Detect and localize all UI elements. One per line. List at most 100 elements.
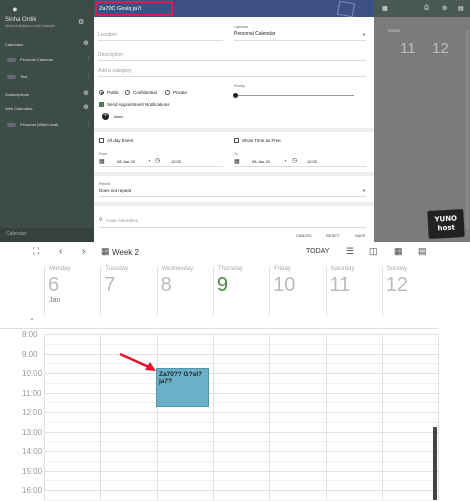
to-time[interactable]: 12:00 (307, 159, 317, 164)
event-title: Za70?? G?sl? ja7? (159, 371, 202, 385)
chevron-down-icon[interactable]: ▼ (362, 32, 366, 37)
grid-icon[interactable]: ▦ (382, 5, 388, 12)
calendar-event[interactable]: Za70?? G?sl? ja7? (156, 368, 209, 407)
invite-attendees-field[interactable]: Invite Attendees (106, 218, 138, 223)
hour-line (44, 334, 438, 335)
scrollbar[interactable] (466, 30, 469, 230)
radio-private[interactable] (165, 90, 170, 95)
fullscreen-icon[interactable]: ⛶ (33, 246, 39, 257)
print-icon[interactable]: ⎙ (424, 5, 429, 12)
day-header[interactable]: Sunday 12 (381, 266, 438, 316)
day-header[interactable]: Thursday 9 (212, 266, 269, 316)
user-icon[interactable]: ● (5, 4, 25, 14)
invite-underline (99, 227, 366, 228)
sidebar-item-test[interactable]: Test (20, 74, 27, 79)
day-column-line (44, 334, 45, 500)
to-underline (234, 166, 366, 167)
category-field[interactable]: Add a category (98, 68, 132, 74)
today-button[interactable]: TODAY (306, 248, 329, 255)
location-field[interactable]: Location (98, 32, 117, 38)
calendar-toggle[interactable] (7, 123, 16, 127)
day-header[interactable]: Friday 10 (269, 266, 325, 316)
day-name: Friday (274, 266, 291, 272)
day-name: Tuesday (105, 266, 129, 272)
title-input[interactable]: Za70C Gesiq ja7i (99, 6, 142, 12)
next-week-icon[interactable]: › (82, 246, 85, 257)
month-view-icon[interactable]: ▦ (394, 246, 403, 257)
reset-button[interactable]: RESET (326, 233, 339, 238)
priority-slider-handle[interactable] (233, 93, 238, 98)
add-calendar-icon[interactable]: ⊕ (83, 39, 89, 47)
from-date[interactable]: 08-Jan-20 (117, 159, 135, 164)
all-day-checkbox[interactable] (99, 138, 104, 143)
priority-slider[interactable] (234, 95, 354, 96)
clock-icon[interactable]: ◷ (292, 157, 297, 164)
day-column-line (212, 334, 214, 500)
from-time[interactable]: 10:00 (171, 159, 181, 164)
time-label: 11:00 (22, 388, 42, 398)
day-column-line (381, 334, 383, 500)
day-header[interactable]: Wednesday 8 (156, 266, 213, 316)
repeat-select[interactable]: Does not repeat (99, 188, 131, 193)
half-hour-line (44, 363, 438, 365)
calendar-icon[interactable]: ▦ (99, 158, 105, 165)
sidebar-item-web[interactable]: Personal (Web/Local) (20, 122, 58, 127)
to-date[interactable]: 08-Jan-20 (252, 159, 270, 164)
description-field[interactable]: Description (98, 52, 123, 58)
chevron-down-icon[interactable]: ▼ (284, 159, 287, 163)
chevron-down-icon[interactable]: ▼ (148, 159, 151, 163)
add-web-calendar-icon[interactable]: ⊕ (83, 103, 89, 111)
calendar-icon[interactable]: ▦ (101, 246, 110, 257)
hour-line (44, 353, 438, 355)
week-label: Week 2 (112, 248, 139, 257)
prev-week-icon[interactable]: ‹ (59, 246, 62, 257)
calendar-toggle[interactable] (7, 58, 16, 62)
radio-confidential-label: Confidential (133, 90, 157, 95)
time-grid[interactable] (44, 334, 440, 501)
send-notifications-checkbox[interactable] (99, 102, 104, 107)
radio-private-label: Private (173, 90, 188, 95)
calendar-icon[interactable]: ▦ (234, 158, 240, 165)
day-column-line (325, 334, 327, 500)
day-number: 7 (104, 274, 116, 296)
day-header[interactable]: Monday 6 Jan (44, 266, 100, 316)
sidebar-item-personal[interactable]: Personal Calendar (20, 57, 53, 62)
gear-icon[interactable]: ⚙ (78, 18, 84, 26)
add-subscription-icon[interactable]: ⊕ (83, 89, 89, 97)
radio-confidential[interactable] (125, 90, 130, 95)
clock-icon[interactable]: ◷ (155, 157, 160, 164)
day-name: Wednesday (161, 266, 194, 272)
save-button[interactable]: SAVE (355, 233, 365, 238)
from-label: From (99, 152, 108, 156)
all-day-label: All day Event (107, 138, 134, 143)
show-free-checkbox[interactable] (234, 138, 239, 143)
day-view-icon[interactable]: ☰ (346, 246, 354, 257)
settings-icon[interactable]: ⚙ (442, 5, 447, 12)
day-number: 10 (273, 274, 296, 296)
send-notifications-label: Send Appointment Notifications (107, 102, 170, 107)
day-header[interactable]: Saturday 11 (325, 266, 382, 316)
calendar-select[interactable]: Personal Calendar (234, 31, 275, 37)
repeat-underline (99, 196, 366, 197)
more-icon[interactable]: ⋮ (86, 73, 91, 79)
week-view-icon[interactable]: ◫ (369, 246, 378, 257)
location-underline (98, 40, 223, 41)
priority-label: Priority (234, 84, 245, 88)
half-hour-line (44, 480, 438, 482)
to-label: To (234, 152, 238, 156)
half-hour-line (44, 343, 438, 345)
cancel-button[interactable]: CANCEL (296, 233, 312, 238)
add-alarm-icon[interactable]: + (102, 113, 109, 120)
radio-public[interactable] (99, 90, 104, 95)
chevron-down-icon[interactable]: ⌄ (29, 314, 35, 322)
more-icon[interactable]: ⋮ (86, 121, 91, 127)
more-icon[interactable]: ⋮ (86, 56, 91, 62)
scrollbar[interactable] (433, 427, 437, 500)
view-icon[interactable]: ▤ (458, 5, 464, 12)
chevron-down-icon[interactable]: ▼ (362, 188, 366, 193)
calendar-toggle[interactable] (7, 75, 16, 79)
day-header[interactable]: Tuesday 7 (100, 266, 156, 316)
separator (94, 128, 374, 132)
list-view-icon[interactable]: ▤ (418, 246, 427, 257)
today-button-bg: TODAY (387, 28, 401, 33)
